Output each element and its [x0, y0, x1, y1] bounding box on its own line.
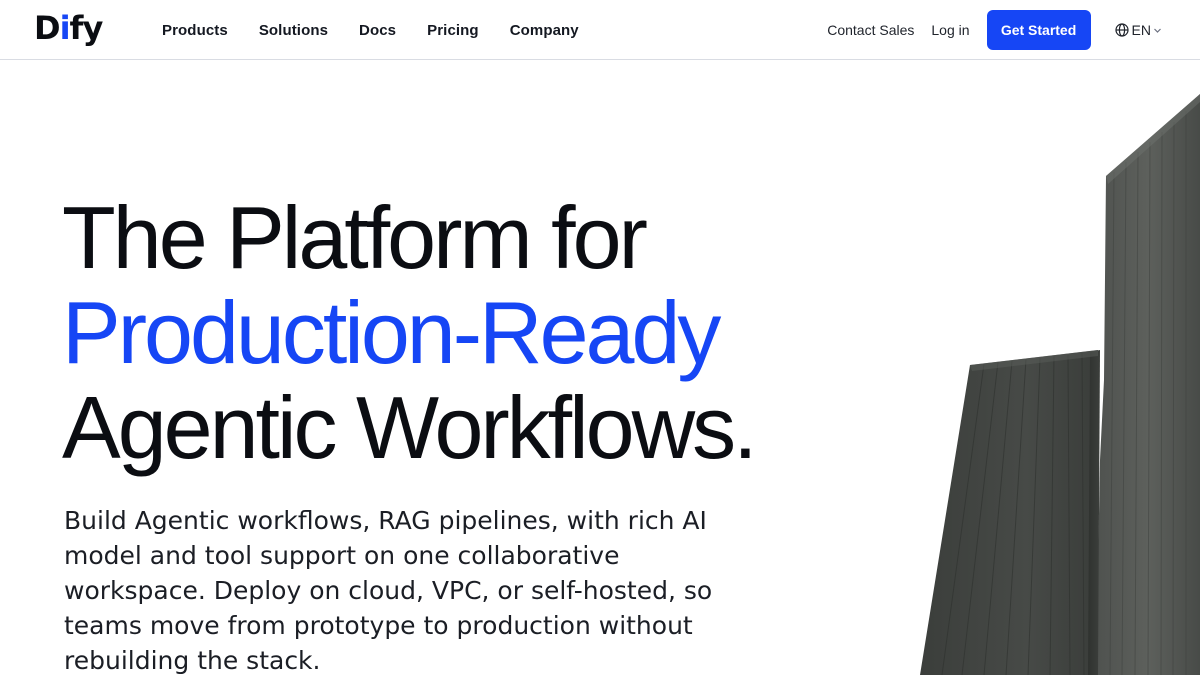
nav-item-solutions[interactable]: Solutions: [259, 22, 328, 39]
primary-nav: Products Solutions Docs Pricing Company: [162, 0, 610, 60]
nav-actions: Contact Sales Log in Get Started EN: [827, 0, 1162, 60]
get-started-button[interactable]: Get Started: [986, 10, 1091, 50]
concrete-sculpture-image: [900, 80, 1200, 676]
logo-prefix: D: [34, 9, 61, 47]
nav-item-company[interactable]: Company: [510, 22, 579, 39]
language-label: EN: [1131, 22, 1151, 38]
hero-title-highlight: Production-Ready: [62, 283, 721, 382]
logo-suffix: fy: [69, 9, 104, 47]
nav-item-pricing[interactable]: Pricing: [427, 22, 479, 39]
hero-description: Build Agentic workflows, RAG pipelines, …: [64, 506, 713, 675]
hero-title-line-1: The Platform for: [62, 188, 648, 287]
nav-item-products[interactable]: Products: [162, 22, 228, 39]
chevron-down-icon: [1153, 26, 1162, 35]
nav-item-docs[interactable]: Docs: [359, 22, 396, 39]
top-navbar: Dify Products Solutions Docs Pricing Com…: [0, 0, 1200, 60]
globe-icon: [1114, 23, 1129, 37]
hero-title-line-3: Agentic Workflows.: [62, 378, 758, 477]
dify-logo[interactable]: Dify: [34, 8, 104, 48]
login-link[interactable]: Log in: [931, 22, 969, 38]
hero-title: The Platform for Production-Ready Agenti…: [62, 190, 922, 475]
language-switcher[interactable]: EN: [1114, 22, 1162, 38]
logo-accent: i: [59, 9, 71, 47]
contact-sales-link[interactable]: Contact Sales: [827, 22, 914, 38]
